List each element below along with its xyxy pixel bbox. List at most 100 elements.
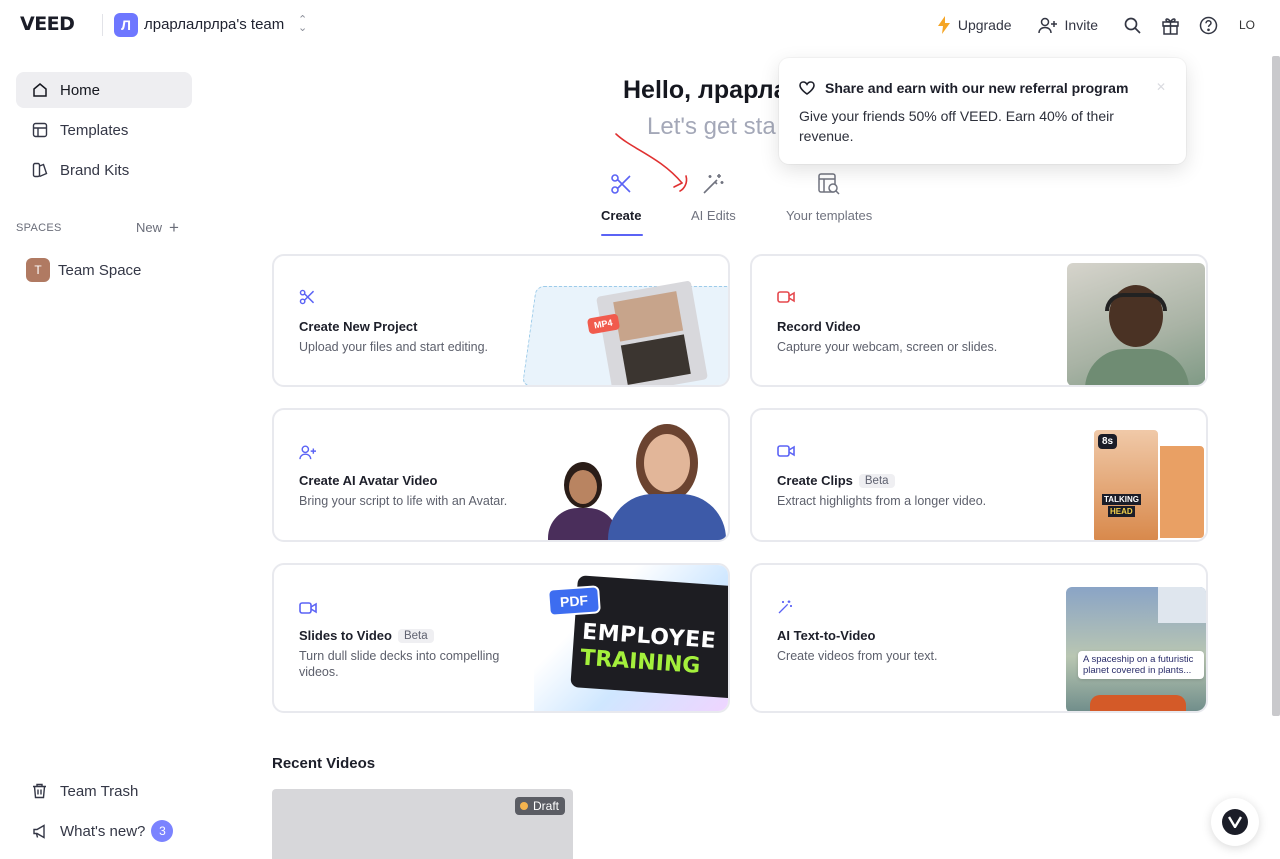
tab-ai-edits[interactable]: AI Edits [691, 168, 736, 223]
new-space-button[interactable]: New + [136, 217, 179, 237]
team-avatar[interactable]: Л [114, 13, 138, 37]
magic-wand-icon [777, 599, 793, 615]
close-icon[interactable]: ✕ [1156, 80, 1166, 94]
record-icon [777, 290, 795, 304]
avatar-woman-2-image [606, 424, 726, 540]
home-icon [32, 82, 50, 98]
invite-button[interactable]: Invite [1037, 16, 1098, 34]
card-description: Capture your webcam, screen or slides. [777, 340, 998, 354]
tab-your-templates[interactable]: Your templates [786, 168, 872, 223]
popup-body: Give your friends 50% off VEED. Earn 40%… [799, 108, 1114, 144]
sidebar-item-team-space[interactable]: T Team Space [26, 258, 141, 282]
veed-v-icon [1222, 809, 1248, 835]
plus-icon: + [169, 217, 179, 237]
create-ai-avatar-card[interactable]: Create AI Avatar Video Bring your script… [272, 408, 730, 542]
slides-illustration: EMPLOYEE TRAINING PDF [534, 565, 728, 711]
chevron-up-down-icon[interactable]: ⌃ ⌄ [298, 15, 307, 34]
sidebar-item-trash[interactable]: Team Trash [16, 773, 192, 809]
webcam-person-image [1067, 263, 1205, 385]
tab-label: Your templates [786, 208, 873, 223]
card-title-text: Slides to Video [299, 628, 392, 643]
card-description: Bring your script to life with an Avatar… [299, 494, 508, 508]
team-switcher[interactable]: лрарлалрлра's team [144, 16, 284, 33]
card-title: Create AI Avatar Video [299, 473, 438, 488]
new-space-label: New [136, 220, 163, 235]
card-title-text: Create Clips [777, 473, 853, 488]
text-to-video-illustration [1066, 587, 1206, 711]
slides-to-video-card[interactable]: Slides to Video Beta Turn dull slide dec… [272, 563, 730, 713]
add-person-icon [1037, 16, 1058, 34]
recent-videos-heading: Recent Videos [272, 755, 376, 772]
status-dot [519, 802, 528, 810]
template-search-icon [817, 168, 841, 200]
templates-icon [32, 122, 50, 138]
sidebar-item-label: Home [60, 81, 101, 99]
top-actions: Upgrade Invite LO [911, 12, 1260, 38]
card-description: Extract highlights from a longer video. [777, 494, 987, 508]
tab-create[interactable]: Create [601, 168, 641, 223]
mp4-tag-label: MP4 [593, 317, 614, 331]
search-icon[interactable] [1122, 15, 1142, 35]
sidebar-item-label: Brand Kits [60, 161, 130, 179]
scrollbar[interactable] [1272, 56, 1280, 716]
user-avatar[interactable]: LO [1234, 12, 1260, 38]
active-tab-indicator [601, 234, 643, 236]
card-description: Upload your files and start editing. [299, 340, 488, 354]
card-title: Record Video [777, 319, 861, 334]
talking-head-caption: HEAD [1108, 506, 1135, 517]
sidebar-item-templates[interactable]: Templates [16, 112, 192, 148]
scissors-icon [610, 168, 632, 200]
draft-label: Draft [532, 799, 559, 813]
veed-logo[interactable]: VEED [20, 13, 75, 35]
prompt-bubble: A spaceship on a futuristic planet cover… [1078, 651, 1204, 679]
spaces-heading: SPACES [16, 222, 62, 234]
sidebar-item-whats-new[interactable]: What's new? 3 [16, 813, 192, 849]
sidebar: Home Templates Brand Kits SPACES New + T… [0, 52, 210, 859]
card-title: Create Clips Beta [777, 473, 895, 488]
space-avatar: T [26, 258, 50, 282]
pdf-label: PDF [559, 592, 589, 610]
card-title: Slides to Video Beta [299, 628, 434, 643]
divider [102, 14, 103, 36]
video-camera-icon [777, 444, 795, 458]
card-description: Turn dull slide decks into compelling vi… [299, 649, 500, 679]
clips-illustration: 8s TALKING HEAD [1092, 428, 1206, 540]
notification-count-badge: 3 [151, 820, 174, 842]
upgrade-button[interactable]: Upgrade [937, 16, 1012, 34]
card-title: AI Text-to-Video [777, 628, 876, 643]
popup-title-text: Share and earn with our new referral pro… [825, 80, 1129, 96]
clip-duration-badge: 8s [1098, 434, 1118, 449]
draft-badge: Draft [514, 797, 565, 815]
card-description: Create videos from your text. [777, 649, 938, 663]
card-title: Create New Project [299, 319, 418, 334]
pdf-badge: PDF [547, 585, 601, 617]
create-new-project-card[interactable]: Create New Project Upload your files and… [272, 254, 730, 387]
video-camera-icon [299, 601, 317, 615]
gift-icon[interactable] [1160, 15, 1180, 35]
sidebar-item-brand-kits[interactable]: Brand Kits [16, 152, 192, 188]
space-label: Team Space [58, 261, 142, 279]
video-thumbnail[interactable]: Draft [272, 789, 573, 859]
sidebar-item-label: Team Trash [60, 782, 139, 800]
sidebar-item-home[interactable]: Home [16, 72, 192, 108]
veed-assistant-button[interactable] [1211, 798, 1259, 846]
trash-icon [32, 783, 50, 799]
help-icon[interactable] [1198, 15, 1218, 35]
talking-head-caption: TALKING [1102, 494, 1141, 505]
sidebar-item-label: What's new? [60, 822, 146, 840]
popup-title: Share and earn with our new referral pro… [799, 80, 1128, 96]
ai-text-to-video-card[interactable]: AI Text-to-Video Create videos from your… [750, 563, 1208, 713]
top-bar: VEED Л лрарлалрлра's team ⌃ ⌄ Upgrade Inv… [0, 0, 1280, 52]
create-clips-card[interactable]: Create Clips Beta Extract highlights fro… [750, 408, 1208, 542]
scissors-icon [299, 289, 315, 305]
sidebar-item-label: Templates [60, 121, 129, 139]
tab-label: Create [601, 208, 642, 223]
megaphone-icon [32, 823, 50, 839]
upgrade-label: Upgrade [957, 17, 1012, 33]
add-person-icon [299, 444, 317, 460]
film-strip-illustration [596, 280, 708, 385]
heart-icon [799, 81, 815, 95]
invite-label: Invite [1064, 17, 1098, 33]
lightning-icon [937, 16, 951, 34]
record-video-card[interactable]: Record Video Capture your webcam, screen… [750, 254, 1208, 387]
